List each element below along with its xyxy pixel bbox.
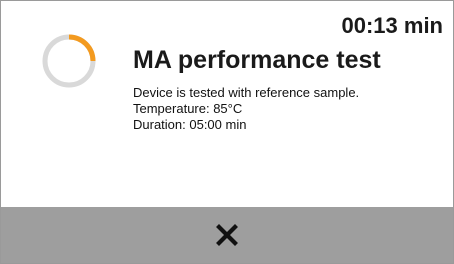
test-title: MA performance test: [133, 46, 381, 74]
test-screen: 00:13 min MA performance test Device is …: [0, 0, 454, 264]
close-icon: [216, 224, 238, 246]
test-duration: Duration: 05:00 min: [133, 117, 247, 132]
test-description-block: Device is tested with reference sample. …: [133, 85, 359, 133]
footer-bar: [1, 207, 453, 263]
progress-spinner-icon: [42, 34, 96, 88]
cancel-button[interactable]: [207, 215, 247, 255]
test-description: Device is tested with reference sample.: [133, 85, 360, 100]
elapsed-timer: 00:13 min: [341, 13, 444, 38]
test-temperature: Temperature: 85°C: [133, 101, 243, 116]
